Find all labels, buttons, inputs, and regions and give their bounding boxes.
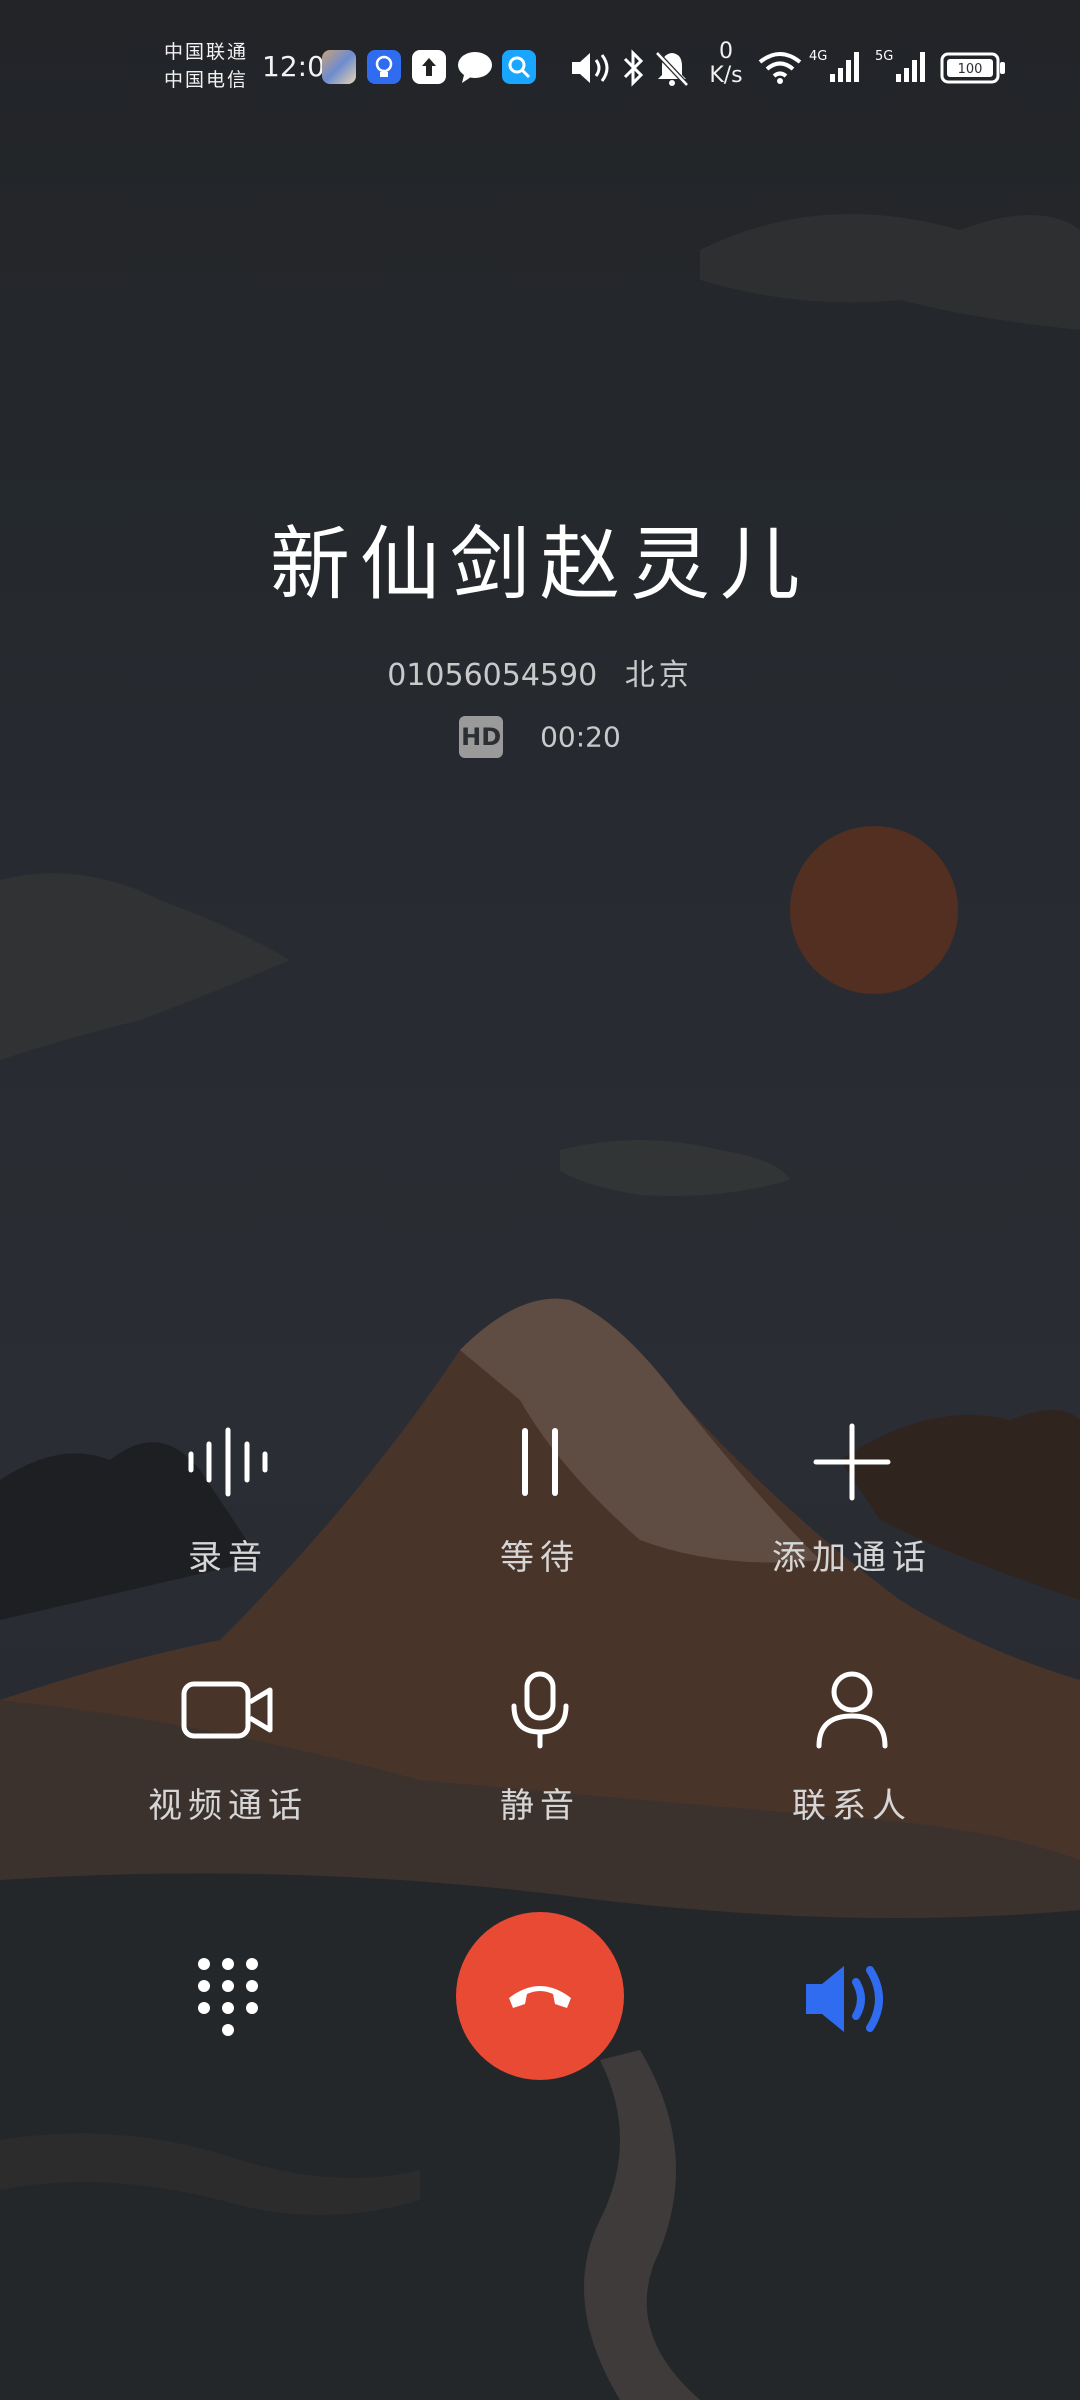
- mute-label: 静音: [500, 1786, 580, 1826]
- carrier-1: 中国联通: [164, 41, 249, 63]
- caller-name: 新仙剑赵灵儿: [270, 518, 810, 611]
- caller-location: 北京: [624, 658, 693, 693]
- contacts-button[interactable]: 联系人: [702, 1660, 1002, 1827]
- net-speed: 0 K/s: [704, 40, 748, 88]
- end-call-button[interactable]: [456, 1912, 624, 2080]
- message-icon: [456, 50, 494, 88]
- caller-number-line: 01056054590 北京: [0, 650, 1080, 694]
- hold-label: 等待: [500, 1538, 580, 1578]
- search-app-icon: [502, 50, 536, 84]
- network-2-label: 5G: [875, 49, 893, 64]
- microphone-icon: [511, 1671, 569, 1749]
- carrier-2: 中国电信: [164, 69, 249, 91]
- speaker-icon: [806, 1966, 883, 2032]
- signal-4g-icon: 4G: [808, 46, 864, 90]
- record-waveform-icon: [188, 1427, 268, 1497]
- add-call-label: 添加通话: [772, 1538, 932, 1578]
- dialpad-button[interactable]: [188, 1948, 268, 2048]
- phone-hangup-icon: [509, 1986, 571, 2008]
- video-camera-icon: [181, 1681, 273, 1739]
- contacts-label: 联系人: [792, 1786, 912, 1826]
- bluetooth-icon: [620, 48, 646, 92]
- hold-button[interactable]: 等待: [390, 1412, 690, 1579]
- net-speed-value: 0: [719, 39, 733, 64]
- pause-icon: [522, 1428, 558, 1496]
- video-call-button[interactable]: 视频通话: [78, 1660, 378, 1827]
- call-meta: HD 00:20: [0, 716, 1080, 758]
- battery-icon: 100: [940, 52, 1006, 88]
- person-icon: [816, 1671, 888, 1749]
- status-bar: 中国联通 中国电信 12:06 0 K/s 4G 5G 100: [0, 0, 1080, 130]
- upload-app-icon: [412, 50, 446, 84]
- hd-badge: HD: [459, 716, 504, 758]
- speaker-button[interactable]: [800, 1954, 900, 2044]
- bulb-app-icon: [367, 50, 401, 84]
- bell-off-icon: [654, 48, 690, 92]
- caller-number: 01056054590: [387, 658, 598, 693]
- wifi-icon: [758, 50, 802, 88]
- battery-level: 100: [958, 62, 983, 77]
- carrier-info: 中国联通 中国电信: [164, 38, 248, 94]
- network-1-label: 4G: [809, 49, 827, 64]
- game-app-icon: [322, 50, 356, 84]
- mute-button[interactable]: 静音: [390, 1660, 690, 1827]
- video-call-label: 视频通话: [148, 1786, 308, 1826]
- call-duration: 00:20: [540, 720, 621, 754]
- dialpad-icon: [198, 1958, 258, 2036]
- add-call-button[interactable]: 添加通话: [702, 1412, 1002, 1579]
- record-label: 录音: [188, 1538, 268, 1578]
- signal-5g-icon: 5G: [874, 46, 930, 90]
- record-button[interactable]: 录音: [78, 1412, 378, 1579]
- net-speed-unit: K/s: [709, 63, 743, 88]
- volume-icon: [570, 50, 614, 90]
- plus-icon: [813, 1423, 891, 1501]
